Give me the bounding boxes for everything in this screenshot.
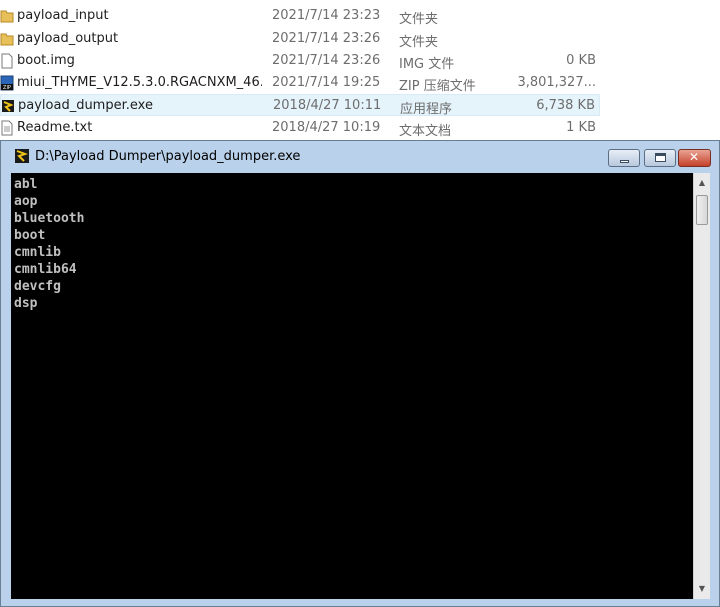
folder-icon xyxy=(0,8,14,24)
console-output: abl aop bluetooth boot cmnlib cmnlib64 d… xyxy=(14,177,85,311)
file-date: 2021/7/14 19:25 xyxy=(272,75,381,90)
text-file-icon xyxy=(0,120,14,136)
file-row-miui-zip[interactable]: ZIP miui_THYME_V12.5.3.0.RGACNXM_46... 2… xyxy=(0,72,600,94)
file-row-payload-dumper-exe[interactable]: payload_dumper.exe 2018/4/27 10:11 应用程序 … xyxy=(0,94,600,117)
file-row-readme-txt[interactable]: Readme.txt 2018/4/27 10:19 文本文档 1 KB xyxy=(0,117,600,139)
file-date: 2018/4/27 10:19 xyxy=(272,120,381,135)
file-name: payload_dumper.exe xyxy=(18,98,153,113)
file-size: 1 KB xyxy=(566,120,596,135)
file-date: 2021/7/14 23:26 xyxy=(272,53,381,68)
file-row-boot-img[interactable]: boot.img 2021/7/14 23:26 IMG 文件 0 KB xyxy=(0,50,600,72)
file-row-payload-input[interactable]: payload_input 2021/7/14 23:23 文件夹 xyxy=(0,5,600,27)
file-icon xyxy=(0,53,14,69)
app-icon xyxy=(14,148,30,164)
file-name: boot.img xyxy=(17,53,75,68)
vertical-scrollbar[interactable]: ▲ ▼ xyxy=(693,173,710,599)
folder-icon xyxy=(0,31,14,47)
file-date: 2021/7/14 23:26 xyxy=(272,31,381,46)
file-name: payload_input xyxy=(17,8,109,23)
zip-icon: ZIP xyxy=(0,75,14,91)
exe-icon xyxy=(1,98,15,114)
file-size: 0 KB xyxy=(566,53,596,68)
file-type: 文件夹 xyxy=(399,12,439,27)
file-type: 应用程序 xyxy=(400,102,453,117)
file-date: 2018/4/27 10:11 xyxy=(273,98,382,113)
minimize-button[interactable] xyxy=(608,149,640,167)
file-size: 6,738 KB xyxy=(536,98,595,113)
maximize-button[interactable] xyxy=(644,149,676,167)
file-type: ZIP 压缩文件 xyxy=(399,79,476,94)
file-size: 3,801,327... xyxy=(517,75,596,90)
file-list: payload_input 2021/7/14 23:23 文件夹 payloa… xyxy=(0,0,720,140)
file-date: 2021/7/14 23:23 xyxy=(272,8,381,23)
file-row-payload-output[interactable]: payload_output 2021/7/14 23:26 文件夹 xyxy=(0,28,600,50)
file-name: payload_output xyxy=(17,31,119,46)
file-type: 文件夹 xyxy=(399,35,439,50)
console-window: D:\Payload Dumper\payload_dumper.exe abl… xyxy=(0,140,720,607)
scroll-thumb[interactable] xyxy=(696,195,708,225)
scroll-down-arrow-icon[interactable]: ▼ xyxy=(696,583,708,595)
close-button[interactable] xyxy=(678,149,711,167)
file-type: IMG 文件 xyxy=(399,57,455,72)
file-name: miui_THYME_V12.5.3.0.RGACNXM_46... xyxy=(17,75,262,90)
window-title: D:\Payload Dumper\payload_dumper.exe xyxy=(35,149,301,164)
file-name: Readme.txt xyxy=(17,120,93,135)
scroll-up-arrow-icon[interactable]: ▲ xyxy=(696,177,708,189)
console-titlebar[interactable]: D:\Payload Dumper\payload_dumper.exe xyxy=(1,141,719,171)
console-output-area[interactable]: abl aop bluetooth boot cmnlib cmnlib64 d… xyxy=(11,173,693,599)
file-type: 文本文档 xyxy=(399,124,452,139)
svg-text:ZIP: ZIP xyxy=(3,85,11,91)
